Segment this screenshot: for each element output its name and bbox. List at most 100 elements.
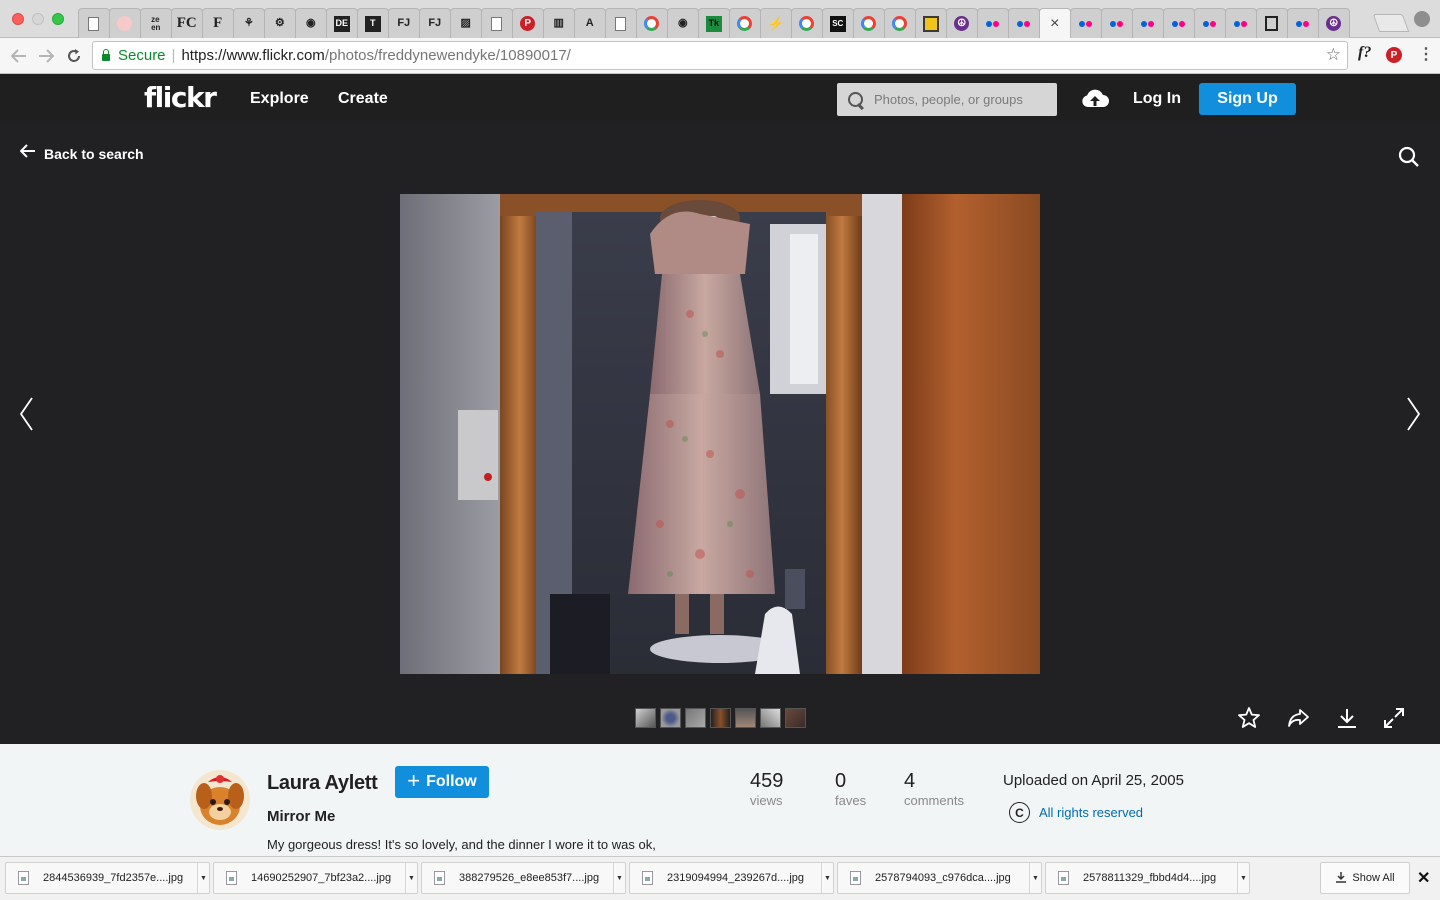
browser-tab[interactable] <box>977 8 1009 38</box>
chevron-down-icon[interactable]: ▼ <box>197 863 209 893</box>
license-info[interactable]: C All rights reserved <box>1009 802 1143 823</box>
stat-comments[interactable]: 4 comments <box>904 770 964 808</box>
browser-tab[interactable] <box>605 8 637 38</box>
viewer-search-icon[interactable] <box>1398 146 1420 173</box>
browser-tab[interactable] <box>1132 8 1164 38</box>
fave-star-icon[interactable] <box>1237 706 1261 735</box>
browser-tab[interactable] <box>1008 8 1040 38</box>
browser-tab[interactable]: F <box>202 8 234 38</box>
font-extension-icon[interactable]: f? <box>1358 44 1371 62</box>
browser-tab[interactable]: A <box>574 8 606 38</box>
follow-button[interactable]: + Follow <box>395 766 489 798</box>
download-item[interactable]: 388279526_e8ee853f7....jpg ▼ <box>421 862 626 894</box>
rights-link[interactable]: All rights reserved <box>1039 805 1143 820</box>
browser-tab[interactable] <box>109 8 141 38</box>
new-tab-button[interactable] <box>1372 14 1410 32</box>
main-photo[interactable] <box>400 194 1040 674</box>
forward-arrow-icon[interactable] <box>35 45 57 67</box>
browser-tab[interactable] <box>1101 8 1133 38</box>
browser-tab[interactable]: ▨ <box>450 8 482 38</box>
thumbnail[interactable] <box>710 708 731 728</box>
browser-tab[interactable]: ⚘ <box>233 8 265 38</box>
nav-explore[interactable]: Explore <box>250 90 309 108</box>
browser-tab[interactable] <box>78 8 110 38</box>
browser-tab[interactable]: ◉ <box>295 8 327 38</box>
browser-tab[interactable]: FJ <box>388 8 420 38</box>
browser-tab[interactable] <box>1287 8 1319 38</box>
close-shelf-icon[interactable]: ✕ <box>1417 868 1430 888</box>
maximize-window-button[interactable] <box>52 13 64 25</box>
owner-name[interactable]: Laura Aylett <box>267 772 378 795</box>
browser-tab[interactable]: ☮ <box>1318 8 1350 38</box>
browser-tab[interactable]: FC <box>171 8 203 38</box>
minimize-window-button[interactable] <box>32 13 44 25</box>
browser-tab[interactable] <box>1070 8 1102 38</box>
browser-tab[interactable]: SC <box>822 8 854 38</box>
download-item[interactable]: 14690252907_7bf23a2....jpg ▼ <box>213 862 418 894</box>
show-all-downloads-button[interactable]: Show All <box>1320 862 1410 894</box>
download-item[interactable]: 2578794093_c976dca....jpg ▼ <box>837 862 1042 894</box>
browser-tab[interactable]: DE <box>326 8 358 38</box>
browser-tab[interactable] <box>481 8 513 38</box>
chevron-down-icon[interactable]: ▼ <box>1237 863 1249 893</box>
browser-tab[interactable] <box>729 8 761 38</box>
browser-tab[interactable]: ze en <box>140 8 172 38</box>
thumbnail[interactable] <box>685 708 706 728</box>
search-input[interactable] <box>874 92 1044 107</box>
close-window-button[interactable] <box>12 13 24 25</box>
pinterest-extension-icon[interactable]: P <box>1386 47 1402 63</box>
fullscreen-expand-icon[interactable] <box>1382 706 1406 735</box>
owner-avatar[interactable] <box>190 770 250 830</box>
upload-cloud-icon[interactable] <box>1080 86 1110 115</box>
chevron-down-icon[interactable]: ▼ <box>1029 863 1041 893</box>
chevron-down-icon[interactable]: ▼ <box>821 863 833 893</box>
download-item[interactable]: 2319094994_239267d....jpg ▼ <box>629 862 834 894</box>
thumbnail[interactable] <box>735 708 756 728</box>
share-icon[interactable] <box>1286 706 1310 735</box>
browser-tab[interactable] <box>1163 8 1195 38</box>
browser-tab[interactable]: ⚡ <box>760 8 792 38</box>
login-link[interactable]: Log In <box>1133 90 1181 108</box>
reload-icon[interactable] <box>63 45 85 67</box>
browser-tab[interactable]: ☮ <box>946 8 978 38</box>
browser-tab[interactable] <box>884 8 916 38</box>
browser-menu-icon[interactable]: ⋮ <box>1418 44 1434 64</box>
browser-tab[interactable]: ⚙ <box>264 8 296 38</box>
back-arrow-icon[interactable] <box>8 45 30 67</box>
bookmark-icon: ▥ <box>553 17 564 29</box>
flickr-logo[interactable]: flickr <box>144 81 217 114</box>
signup-button[interactable]: Sign Up <box>1199 83 1296 115</box>
download-icon[interactable] <box>1335 706 1359 735</box>
next-photo-chevron-icon[interactable] <box>1404 396 1422 437</box>
browser-tab[interactable] <box>636 8 668 38</box>
nav-create[interactable]: Create <box>338 90 388 108</box>
bookmark-star-icon[interactable]: ☆ <box>1326 45 1341 65</box>
browser-tab[interactable] <box>1256 8 1288 38</box>
browser-tab[interactable]: ▥ <box>543 8 575 38</box>
browser-tab[interactable]: T <box>357 8 389 38</box>
browser-tab[interactable]: ◉ <box>667 8 699 38</box>
download-item[interactable]: 2844536939_7fd2357e....jpg ▼ <box>5 862 210 894</box>
stat-faves: 0 faves <box>835 770 866 808</box>
browser-tab[interactable]: × <box>1039 8 1071 39</box>
browser-tab[interactable] <box>915 8 947 38</box>
thumbnail[interactable] <box>635 708 656 728</box>
download-item[interactable]: 2578811329_fbbd4d4....jpg ▼ <box>1045 862 1250 894</box>
thumbnail[interactable] <box>760 708 781 728</box>
browser-tab[interactable]: FJ <box>419 8 451 38</box>
browser-tab[interactable] <box>1194 8 1226 38</box>
thumbnail[interactable] <box>660 708 681 728</box>
browser-tab[interactable] <box>853 8 885 38</box>
browser-tab[interactable]: P <box>512 8 544 38</box>
browser-tab[interactable] <box>791 8 823 38</box>
browser-tab[interactable]: Tk <box>698 8 730 38</box>
back-to-search-link[interactable]: Back to search <box>19 143 144 164</box>
profile-icon[interactable] <box>1414 11 1430 27</box>
address-bar[interactable]: Secure | https://www.flickr.com/photos/f… <box>92 41 1348 70</box>
previous-photo-chevron-icon[interactable] <box>18 396 36 437</box>
chevron-down-icon[interactable]: ▼ <box>613 863 625 893</box>
browser-tab[interactable] <box>1225 8 1257 38</box>
chevron-down-icon[interactable]: ▼ <box>405 863 417 893</box>
thumbnail[interactable] <box>785 708 806 728</box>
flickr-blue-dot <box>1017 20 1024 27</box>
